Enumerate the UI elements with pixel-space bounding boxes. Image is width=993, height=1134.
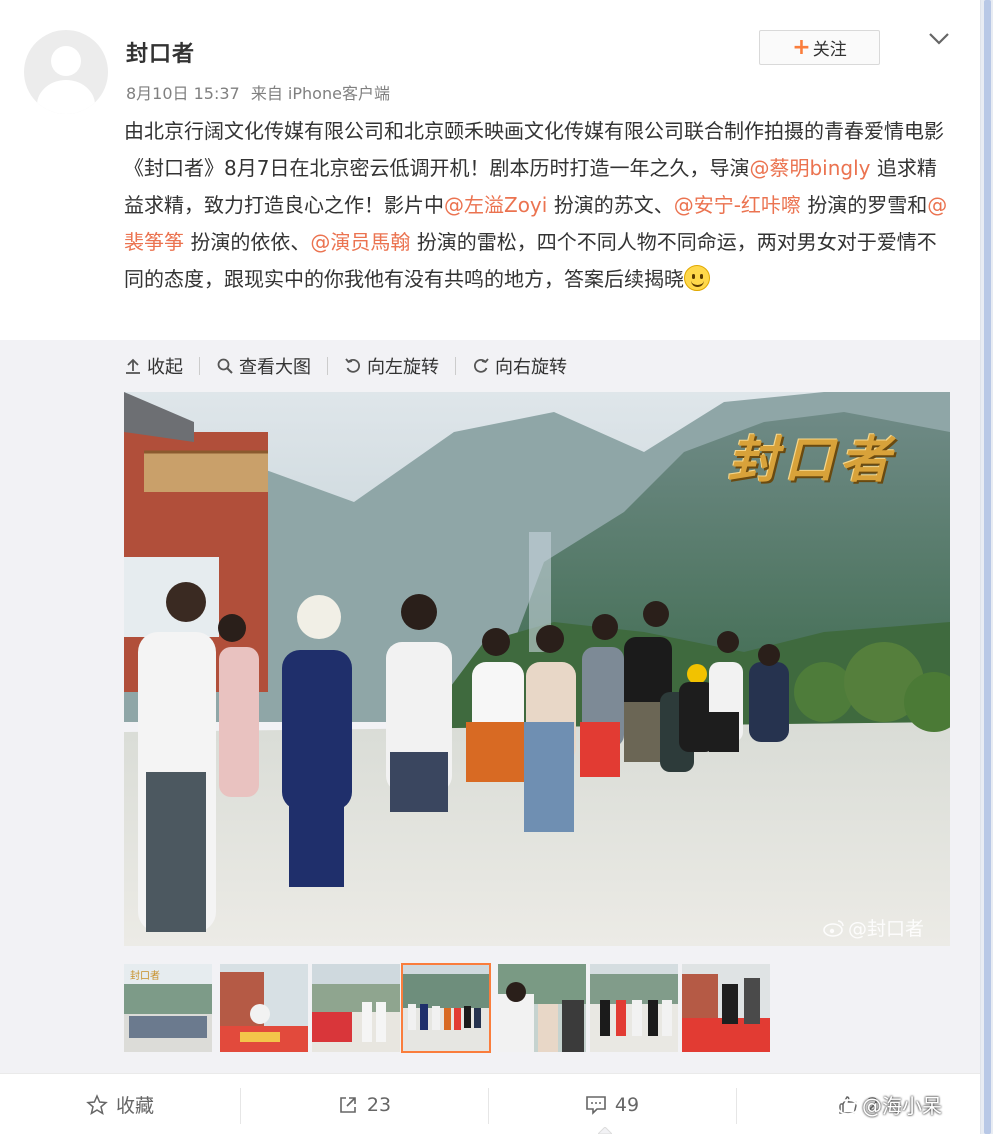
smile-emoji-icon bbox=[684, 265, 710, 291]
weibo-card: 封口者 8月10日 15:37 来自 iPhone客户端 + 关注 由北京行阔文… bbox=[0, 0, 980, 1134]
thumbnail[interactable] bbox=[590, 964, 678, 1052]
post-meta: 8月10日 15:37 来自 iPhone客户端 bbox=[126, 80, 396, 104]
avatar[interactable] bbox=[24, 30, 108, 114]
avatar-head-shape bbox=[51, 46, 81, 76]
rotate-right-icon bbox=[474, 358, 489, 373]
toolbar-divider bbox=[199, 357, 200, 375]
post-text-segment: 扮演的罗雪和 bbox=[800, 193, 928, 217]
comment-pointer-icon bbox=[598, 1127, 612, 1134]
rotate-right-label: 向右旋转 bbox=[495, 357, 567, 378]
avatar-body-shape bbox=[37, 80, 95, 114]
rotate-left-label: 向左旋转 bbox=[367, 357, 439, 378]
post-text-segment: 扮演的苏文、 bbox=[547, 193, 674, 217]
chevron-down-icon[interactable] bbox=[927, 28, 951, 50]
post-source: 来自 iPhone客户端 bbox=[250, 84, 390, 103]
comment-button[interactable]: 49 bbox=[488, 1074, 736, 1134]
follow-label: 关注 bbox=[812, 40, 847, 60]
scrollbar[interactable] bbox=[980, 0, 993, 1134]
weibo-logo-icon bbox=[823, 919, 844, 937]
view-large-button[interactable]: 查看大图 bbox=[216, 353, 311, 379]
post-text-segment: 扮演的依依、 bbox=[184, 230, 311, 254]
view-large-label: 查看大图 bbox=[239, 357, 311, 378]
favorite-label: 收藏 bbox=[115, 1095, 154, 1117]
weibo-logo-icon bbox=[837, 1095, 861, 1115]
collapse-button[interactable]: 收起 bbox=[124, 353, 183, 379]
collapse-label: 收起 bbox=[147, 357, 183, 378]
thumbnail[interactable]: 封口者 bbox=[124, 964, 212, 1052]
rotate-left-icon bbox=[345, 358, 360, 373]
share-icon bbox=[340, 1096, 356, 1113]
corner-watermark-text: @海小呆 bbox=[862, 1094, 942, 1118]
comment-count: 49 bbox=[614, 1093, 640, 1116]
thumbnail-active[interactable] bbox=[401, 963, 491, 1053]
thumbnail[interactable] bbox=[220, 964, 308, 1052]
post-date[interactable]: 8月10日 15:37 bbox=[126, 84, 240, 103]
repost-count: 23 bbox=[366, 1093, 392, 1116]
corner-watermark: @海小呆 bbox=[836, 1090, 942, 1119]
username[interactable]: 封口者 bbox=[126, 36, 195, 68]
svg-text:封口者: 封口者 bbox=[130, 969, 160, 982]
rotate-right-button[interactable]: 向右旋转 bbox=[472, 353, 567, 379]
plus-icon: + bbox=[792, 34, 811, 60]
thumbnail[interactable] bbox=[498, 964, 586, 1052]
thumbnail[interactable] bbox=[682, 964, 770, 1052]
toolbar-divider bbox=[455, 357, 456, 375]
comment-icon bbox=[586, 1095, 606, 1115]
photo-watermark-text: @封口者 bbox=[848, 918, 925, 940]
photo-watermark: @封口者 bbox=[823, 914, 924, 941]
toolbar-divider bbox=[327, 357, 328, 375]
mention-link[interactable]: @安宁-红咔嚓 bbox=[674, 193, 801, 217]
mention-link[interactable]: @蔡明bingly bbox=[749, 156, 870, 180]
mention-link[interactable]: @左溢Zoyi bbox=[444, 193, 547, 217]
favorite-button[interactable]: 收藏 bbox=[0, 1074, 240, 1134]
star-icon bbox=[86, 1093, 108, 1115]
photo-title-text: 封口者 bbox=[728, 430, 896, 489]
rotate-left-button[interactable]: 向左旋转 bbox=[344, 353, 439, 379]
repost-button[interactable]: 23 bbox=[240, 1074, 488, 1134]
action-bar: 收藏 23 49 2 bbox=[0, 1073, 980, 1134]
search-icon bbox=[217, 358, 233, 374]
image-toolbar: 收起 查看大图 向左旋转 向右旋转 bbox=[124, 352, 567, 380]
follow-button[interactable]: + 关注 bbox=[759, 30, 880, 65]
post-text: 由北京行阔文化传媒有限公司和北京颐禾映画文化传媒有限公司联合制作拍摄的青春爱情电… bbox=[124, 113, 954, 298]
thumbnail[interactable] bbox=[312, 964, 400, 1052]
scrollbar-thumb[interactable] bbox=[984, 0, 991, 1134]
mention-link[interactable]: @演员馬翰 bbox=[310, 230, 410, 254]
collapse-icon bbox=[126, 358, 140, 374]
